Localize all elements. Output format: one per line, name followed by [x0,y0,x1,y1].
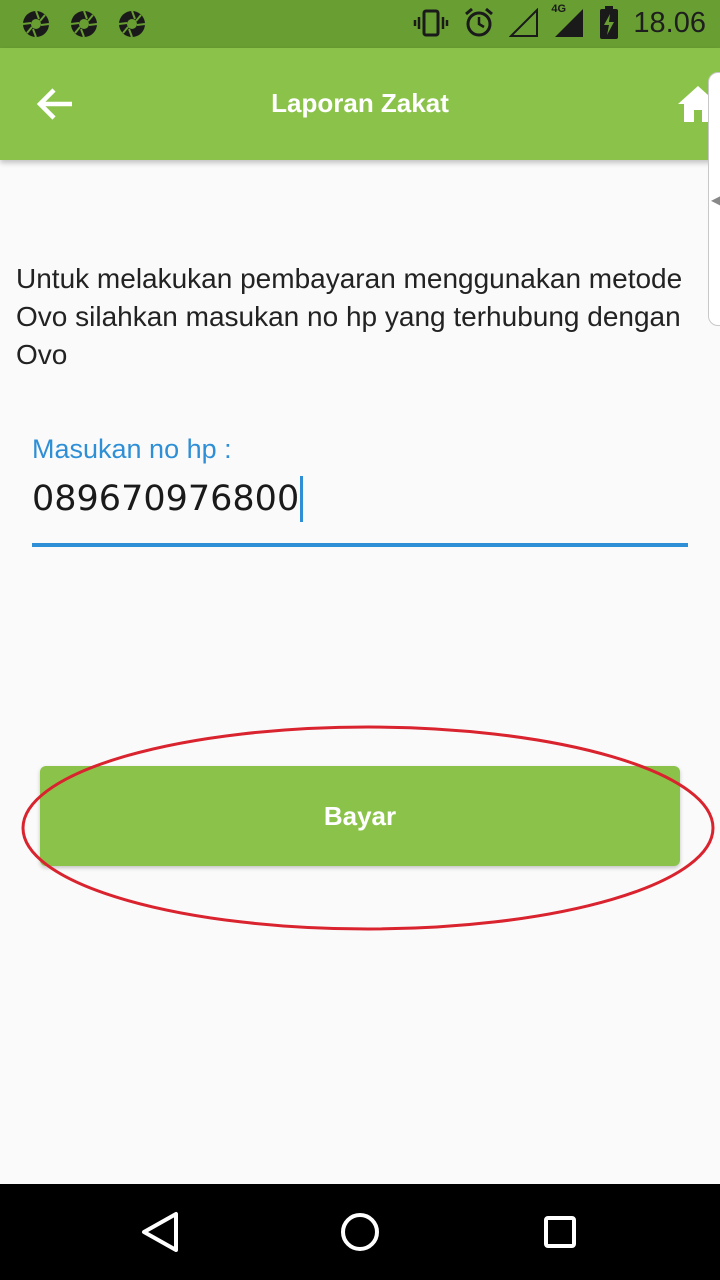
page-title: Laporan Zakat [271,88,449,118]
app-bar: Laporan Zakat [0,48,720,160]
text-cursor [300,476,304,522]
aperture-icon [70,10,98,38]
signal-empty-icon [509,8,539,37]
recents-square-icon[interactable] [528,1200,592,1264]
alarm-icon [465,7,494,37]
vibrate-icon [414,9,449,37]
phone-input-value: 089670976800 [32,479,300,519]
navigation-bar [0,1184,720,1280]
system-icons: 4G 18.06 [413,3,706,40]
aperture-icon [22,10,50,38]
phone-input-underline [32,543,688,547]
battery-charging-icon [600,6,619,39]
signal-4g-icon: 4G [551,3,585,39]
home-circle-icon[interactable] [328,1200,392,1264]
phone-field-label: Masukan no hp : [32,434,232,464]
pay-button[interactable]: Bayar [40,766,680,866]
instruction-text: Untuk melakukan pembayaran menggunakan m… [16,263,683,370]
pay-button-label: Bayar [323,800,397,831]
status-time: 18.06 [633,6,706,39]
chevron-left-icon: ◀ [711,193,720,207]
aperture-icon [118,10,146,38]
back-triangle-icon[interactable] [128,1200,192,1264]
side-drawer-handle[interactable]: ◀ [708,72,720,326]
status-bar: 4G 18.06 [0,0,720,48]
notification-icons [22,10,146,38]
phone-input[interactable]: 089670976800 [32,476,304,522]
network-type-label: 4G [551,3,567,15]
